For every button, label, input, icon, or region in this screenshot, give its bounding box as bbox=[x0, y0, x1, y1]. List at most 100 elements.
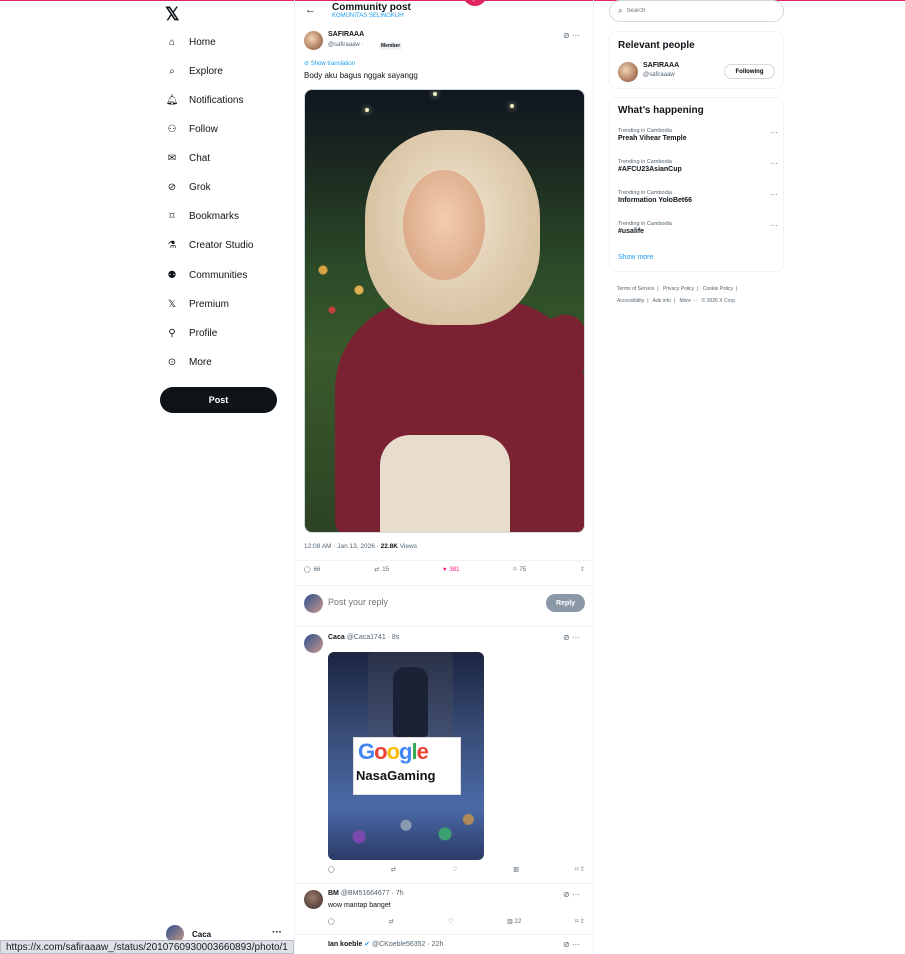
trend-item[interactable]: Trending in Cambodia #usalife ··· bbox=[618, 221, 778, 235]
footer-link[interactable]: Privacy Policy bbox=[663, 286, 694, 292]
repost-action[interactable]: ⇄ 15 bbox=[374, 566, 389, 574]
trend-context: Trending in Cambodia bbox=[618, 190, 672, 196]
commenter-name[interactable]: BM bbox=[328, 890, 339, 897]
person-avatar[interactable] bbox=[618, 62, 638, 82]
grok-more-icons[interactable]: ⊘ ··· bbox=[563, 890, 580, 899]
footer-link[interactable]: Accessibility bbox=[617, 298, 644, 304]
trend-context: Trending in Cambodia bbox=[618, 221, 672, 227]
author-handle[interactable]: @safiraaaw · bbox=[328, 42, 363, 48]
trend-item[interactable]: Trending in Cambodia Information YoloBet6… bbox=[618, 190, 778, 204]
trend-name: Information YoloBet66 bbox=[618, 197, 693, 204]
commenter-handle[interactable]: @CKoeble56352 · 22h bbox=[372, 941, 443, 948]
back-arrow-icon[interactable]: ← bbox=[305, 4, 316, 16]
nav-follow[interactable]: ⚇ Follow bbox=[165, 118, 218, 140]
comment-header: Caca @Caca1741 · 8s bbox=[328, 634, 399, 641]
nav-label: Home bbox=[189, 36, 216, 48]
figure-graphic bbox=[393, 667, 428, 737]
reply-action[interactable]: ◯ 66 bbox=[304, 566, 320, 574]
footer-links: Terms of Service | Privacy Policy | Cookie… bbox=[617, 283, 782, 307]
reply-button[interactable]: Reply bbox=[546, 594, 585, 612]
footer-link[interactable]: Cookie Policy bbox=[703, 286, 733, 292]
grok-more-icons[interactable]: ⊘ ··· bbox=[563, 633, 580, 642]
like-action[interactable]: ♥ 381 bbox=[443, 567, 460, 573]
post-time[interactable]: 12:08 AM · Jan 13, 2026 · bbox=[304, 543, 381, 550]
footer-link[interactable]: More ··· bbox=[679, 298, 697, 304]
commenter-avatar[interactable] bbox=[304, 890, 323, 909]
heart-icon[interactable]: ♡ bbox=[448, 918, 453, 925]
community-link[interactable]: KOMUNITAS SELINGKUH bbox=[332, 13, 404, 19]
commenter-handle[interactable]: @Caca1741 · 8s bbox=[347, 634, 400, 641]
more-icon[interactable]: ··· bbox=[770, 128, 778, 137]
more-icon[interactable]: ··· bbox=[770, 190, 778, 199]
x-logo-icon[interactable]: 𝕏 bbox=[165, 4, 180, 25]
my-avatar bbox=[304, 594, 323, 613]
comment-actions: ◯ ⇄ ♡ ▥ ⌑ ⇪ bbox=[328, 866, 585, 873]
bell-icon: 🔔︎ bbox=[165, 94, 179, 106]
grok-more-icons[interactable]: ⊘ ··· bbox=[563, 31, 580, 40]
author-avatar[interactable] bbox=[304, 31, 323, 50]
more-icon[interactable]: ··· bbox=[770, 159, 778, 168]
bookmark-action[interactable]: ⌑ 75 bbox=[513, 566, 526, 574]
footer-sep: | bbox=[657, 286, 659, 292]
trend-item[interactable]: Trending in Cambodia #AFCU23AsianCup ··· bbox=[618, 159, 778, 173]
footer-sep: | bbox=[697, 286, 699, 292]
views-icon[interactable]: ▥ bbox=[513, 866, 519, 873]
commenter-name[interactable]: Ian koeble bbox=[328, 941, 362, 948]
author-name[interactable]: SAFIRAAA bbox=[328, 31, 364, 38]
grok-more-icons[interactable]: ⊘ ··· bbox=[563, 940, 580, 949]
reply-icon[interactable]: ◯ bbox=[328, 866, 335, 873]
nav-label: Creator Studio bbox=[189, 239, 254, 251]
show-more-link[interactable]: Show more bbox=[618, 254, 653, 261]
views-action[interactable]: ▥ 22 bbox=[507, 918, 521, 925]
reply-input[interactable] bbox=[328, 597, 508, 607]
nav-home[interactable]: ⌂ Home bbox=[165, 31, 216, 53]
views-count: 22.8K bbox=[380, 543, 398, 550]
nav-bookmarks[interactable]: ⌑ Bookmarks bbox=[165, 205, 239, 227]
reply-icon[interactable]: ◯ bbox=[328, 918, 335, 925]
nav-notifications[interactable]: 🔔︎ Notifications bbox=[165, 89, 244, 111]
commenter-name[interactable]: Caca bbox=[328, 634, 345, 641]
show-translation-link[interactable]: ⊘ Show translation bbox=[304, 60, 355, 67]
trend-name: Preah Vihear Temple bbox=[618, 135, 687, 142]
nav-profile[interactable]: ⚲ Profile bbox=[165, 322, 217, 344]
more-circle-icon: ⊙ bbox=[167, 356, 177, 368]
following-button[interactable]: Following bbox=[724, 64, 775, 79]
nav-more[interactable]: ⊙ More bbox=[165, 351, 212, 373]
search-icon: ⌕ bbox=[618, 6, 623, 15]
repost-icon: ⇄ bbox=[374, 567, 380, 573]
footer-link[interactable]: Ads info bbox=[653, 298, 671, 304]
nav-explore[interactable]: ⌕ Explore bbox=[165, 60, 223, 82]
nav-premium[interactable]: 𝕏 Premium bbox=[165, 293, 229, 315]
bookmark-share-icons[interactable]: ⌑ ⇪ bbox=[575, 918, 585, 925]
heart-icon[interactable]: ♡ bbox=[452, 866, 457, 873]
trend-item[interactable]: Trending in Cambodia Preah Vihear Temple ·… bbox=[618, 128, 778, 142]
repost-icon[interactable]: ⇄ bbox=[389, 918, 394, 925]
like-count: 381 bbox=[449, 566, 460, 573]
person-handle[interactable]: @safiraaaw bbox=[643, 72, 675, 78]
search-input[interactable] bbox=[626, 8, 767, 14]
nav-grok[interactable]: ⊘ Grok bbox=[165, 176, 211, 198]
nav-communities[interactable]: ⚉ Communities bbox=[165, 264, 248, 286]
repost-icon[interactable]: ⇄ bbox=[391, 866, 396, 873]
trend-name: #usalife bbox=[618, 228, 645, 235]
trend-context: Trending in Cambodia bbox=[618, 128, 672, 134]
footer-link[interactable]: Terms of Service bbox=[617, 286, 654, 292]
views-label: Views bbox=[397, 543, 417, 550]
post-button[interactable]: Post bbox=[160, 387, 277, 413]
comment-actions: ◯ ⇄ ♡ ▥ 22 ⌑ ⇪ bbox=[328, 918, 585, 925]
commenter-avatar[interactable] bbox=[304, 634, 323, 653]
share-action[interactable]: ⇪ bbox=[580, 566, 585, 573]
more-icon[interactable]: ··· bbox=[770, 221, 778, 230]
nav-chat[interactable]: ✉ Chat bbox=[165, 147, 210, 169]
commenter-handle[interactable]: @BM51664677 · 7h bbox=[341, 890, 404, 897]
nav-label: Communities bbox=[189, 269, 248, 281]
comment-image[interactable]: Google NasaGaming bbox=[328, 652, 484, 860]
bookmark-share-icons[interactable]: ⌑ ⇪ bbox=[575, 866, 585, 873]
post-photo[interactable] bbox=[304, 89, 585, 533]
divider bbox=[295, 934, 593, 935]
nav-creator-studio[interactable]: ⚗ Creator Studio bbox=[165, 234, 254, 256]
ad-brand-text: NasaGaming bbox=[356, 768, 436, 783]
grok-icon: ⊘ bbox=[167, 181, 177, 193]
search-box[interactable]: ⌕ bbox=[609, 0, 784, 22]
person-name[interactable]: SAFIRAAA bbox=[643, 62, 679, 69]
